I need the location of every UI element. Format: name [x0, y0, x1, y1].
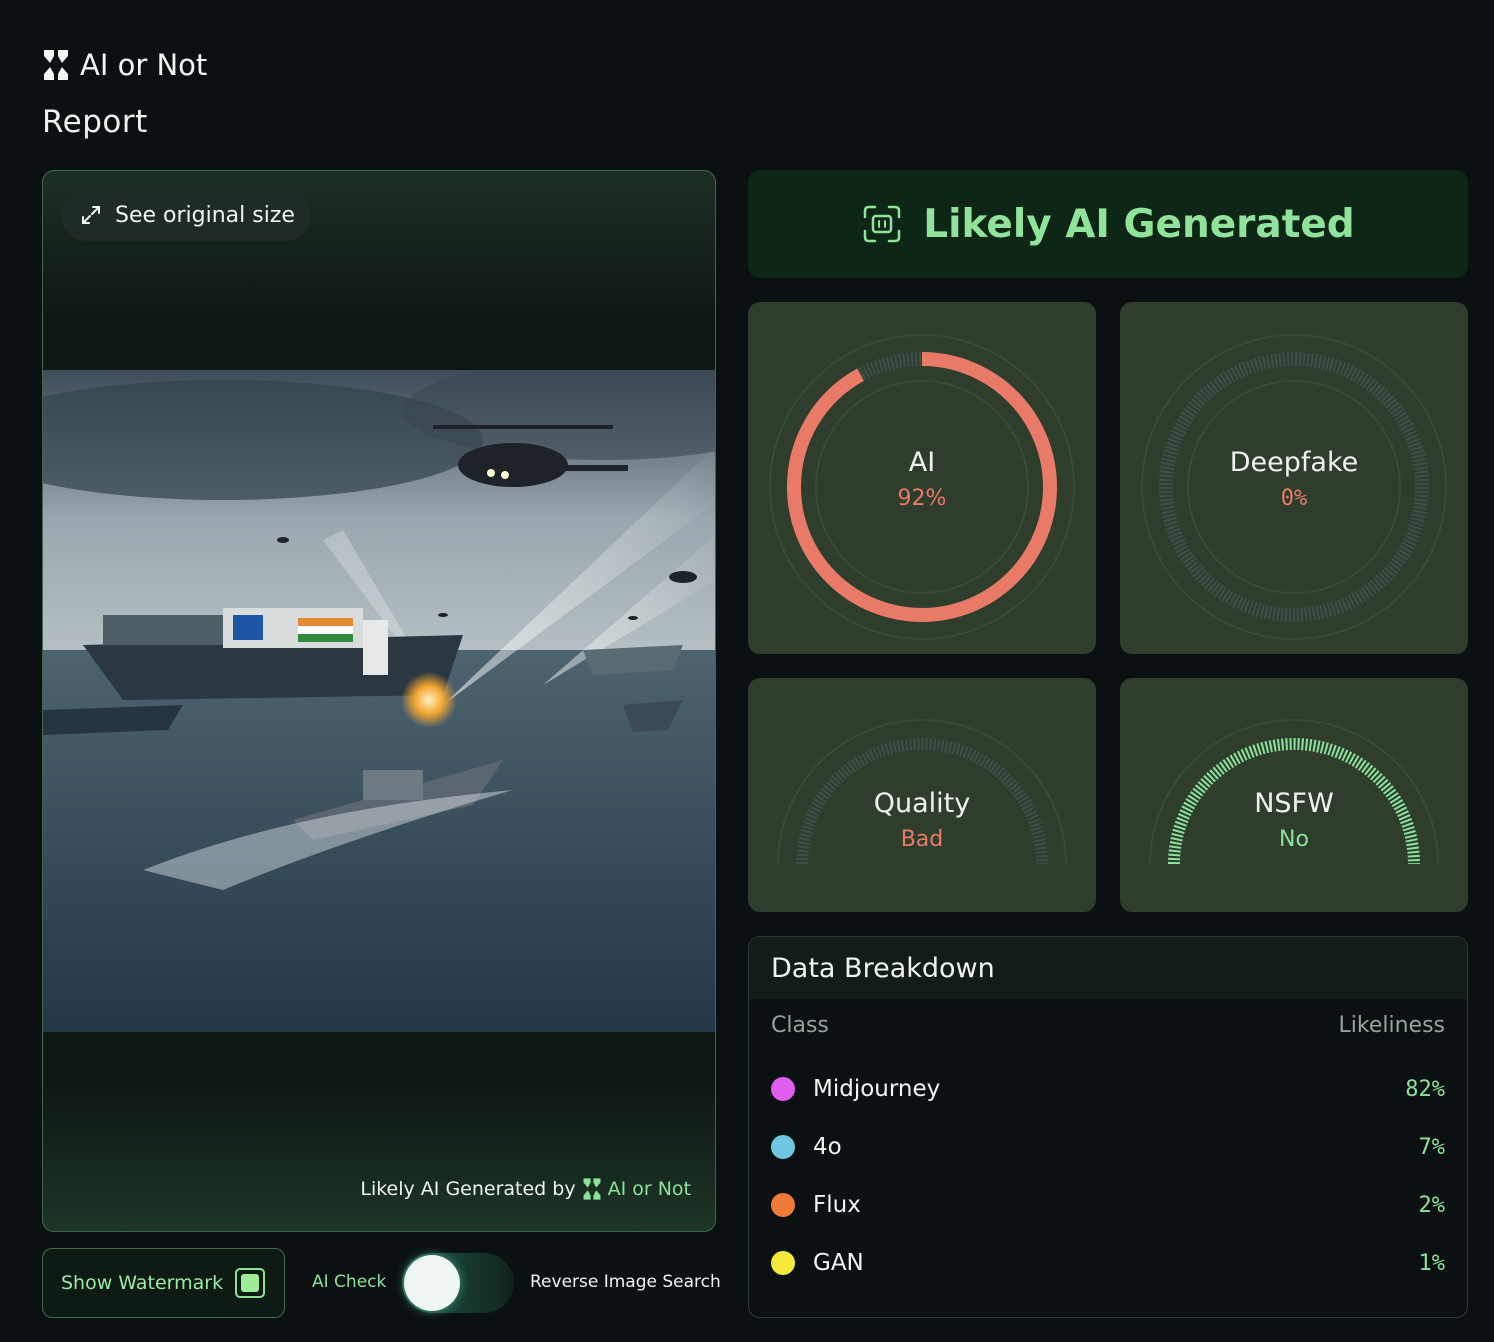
- table-row: Midjourney 82%: [771, 1069, 1445, 1109]
- ai-gauge-value: 92%: [897, 486, 947, 511]
- class-name: Midjourney: [813, 1076, 941, 1102]
- ai-scan-icon: [864, 205, 901, 243]
- ai-gauge-card: AI 92%: [748, 302, 1096, 654]
- deepfake-ring-gauge: [1141, 334, 1447, 640]
- deepfake-gauge-card: Deepfake 0%: [1120, 302, 1468, 654]
- class-color-dot: [771, 1077, 795, 1101]
- ai-or-not-logo-icon: [44, 50, 68, 80]
- nsfw-gauge-value: No: [1279, 827, 1309, 852]
- verdict-banner: Likely AI Generated: [748, 170, 1468, 278]
- toggle-knob[interactable]: [404, 1255, 460, 1311]
- see-original-size-button[interactable]: See original size: [61, 189, 311, 241]
- column-header-class: Class: [771, 1013, 829, 1038]
- page-title: Report: [42, 104, 148, 140]
- watermark-caption: Likely AI Generated by AI or Not: [360, 1177, 691, 1201]
- quality-gauge-card: Quality Bad: [748, 678, 1096, 912]
- quality-gauge-label: Quality: [873, 788, 971, 819]
- deepfake-gauge-value: 0%: [1280, 486, 1308, 511]
- brand[interactable]: AI or Not: [42, 48, 207, 82]
- data-breakdown-title: Data Breakdown: [749, 937, 1467, 999]
- expand-icon: [82, 206, 100, 224]
- ai-ring-gauge: [769, 334, 1075, 640]
- show-watermark-label: Show Watermark: [61, 1272, 224, 1294]
- nsfw-gauge-card: NSFW No: [1120, 678, 1468, 912]
- verdict-label: Likely AI Generated: [923, 201, 1355, 247]
- brand-name: AI or Not: [80, 48, 208, 82]
- class-name: 4o: [813, 1134, 842, 1160]
- image-preview-panel: See original size Likely AI Generated by…: [42, 170, 716, 1232]
- class-color-dot: [771, 1193, 795, 1217]
- deepfake-gauge-label: Deepfake: [1229, 447, 1359, 478]
- quality-gauge-value: Bad: [900, 827, 944, 852]
- ai-check-label: AI Check: [312, 1272, 387, 1292]
- watermark-brand: AI or Not: [607, 1178, 691, 1200]
- table-row: GAN 1%: [771, 1243, 1445, 1283]
- ai-or-not-logo-icon: [583, 1178, 601, 1200]
- ai-gauge-label: AI: [908, 447, 936, 478]
- watermark-prefix: Likely AI Generated by: [360, 1178, 576, 1200]
- reverse-image-search-label: Reverse Image Search: [530, 1272, 721, 1292]
- see-original-size-label: See original size: [115, 202, 295, 228]
- table-row: Flux 2%: [771, 1185, 1445, 1225]
- class-name: GAN: [813, 1250, 864, 1276]
- show-watermark-checkbox[interactable]: [235, 1268, 266, 1298]
- column-header-likeliness: Likeliness: [1338, 1013, 1446, 1038]
- show-watermark-toggle[interactable]: Show Watermark: [42, 1248, 285, 1318]
- data-breakdown-table: Data Breakdown Class Likeliness Midjourn…: [748, 936, 1468, 1318]
- class-likeliness: 1%: [1418, 1250, 1446, 1276]
- analyzed-image: [43, 370, 715, 1032]
- class-name: Flux: [813, 1192, 861, 1218]
- class-color-dot: [771, 1251, 795, 1275]
- checkbox-checked-mark: [241, 1274, 260, 1292]
- nsfw-gauge-label: NSFW: [1254, 788, 1334, 819]
- class-color-dot: [771, 1135, 795, 1159]
- class-likeliness: 7%: [1418, 1134, 1446, 1160]
- class-likeliness: 2%: [1418, 1192, 1446, 1218]
- ai-check-reverse-search-toggle[interactable]: [402, 1253, 514, 1313]
- class-likeliness: 82%: [1405, 1076, 1445, 1102]
- table-row: 4o 7%: [771, 1127, 1445, 1167]
